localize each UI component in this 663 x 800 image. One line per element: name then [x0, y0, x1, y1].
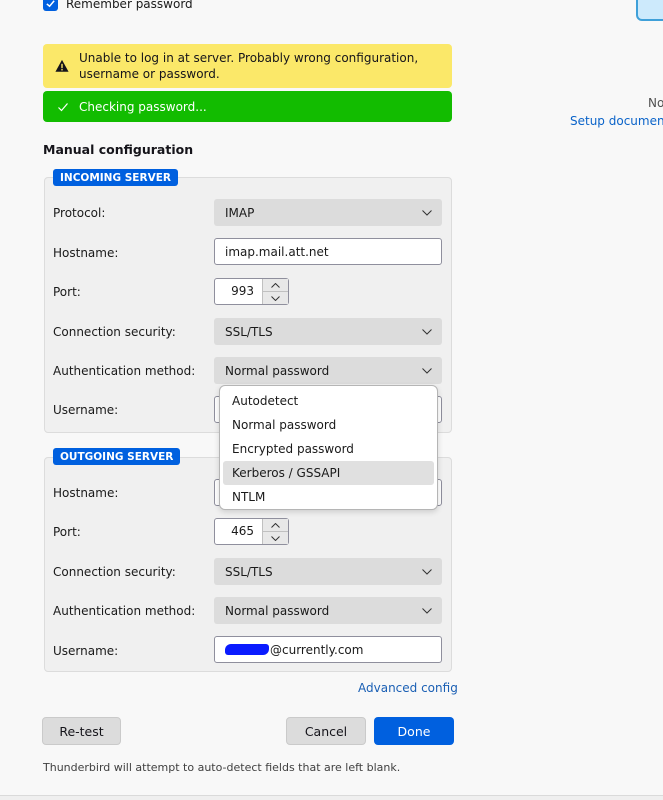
- incoming-security-value: SSL/TLS: [225, 324, 273, 339]
- increment-button[interactable]: [263, 519, 288, 531]
- outgoing-username-value: @currently.com: [270, 642, 364, 657]
- provider-illustration: [636, 0, 663, 21]
- outgoing-security-value: SSL/TLS: [225, 564, 273, 579]
- outgoing-auth-value: Normal password: [225, 603, 330, 618]
- incoming-hostname-value: imap.mail.att.net: [225, 244, 329, 259]
- remember-password[interactable]: Remember password: [43, 0, 193, 11]
- outgoing-auth-select[interactable]: Normal password: [214, 597, 442, 624]
- chevron-up-icon: [271, 282, 280, 288]
- chevron-down-icon: [422, 209, 432, 216]
- decrement-button[interactable]: [263, 531, 288, 544]
- side-panel-text: No: [648, 96, 663, 110]
- done-button[interactable]: Done: [374, 717, 454, 745]
- auth-option-encrypted-password[interactable]: Encrypted password: [223, 437, 434, 461]
- outgoing-server-legend: OUTGOING SERVER: [53, 448, 181, 465]
- checking-password-notification: Checking password...: [43, 91, 452, 122]
- incoming-protocol-value: IMAP: [225, 205, 255, 220]
- outgoing-username-input[interactable]: @currently.com: [214, 636, 442, 663]
- advanced-config-link[interactable]: Advanced config: [358, 681, 458, 695]
- checking-password-text: Checking password...: [79, 99, 207, 114]
- checkmark-icon: [46, 0, 55, 8]
- incoming-auth-value: Normal password: [225, 363, 330, 378]
- incoming-server-legend: INCOMING SERVER: [53, 169, 178, 186]
- auth-option-kerberos[interactable]: Kerberos / GSSAPI: [223, 461, 434, 485]
- auth-option-ntlm[interactable]: NTLM: [223, 485, 434, 509]
- incoming-port-input[interactable]: 993: [214, 278, 289, 305]
- outgoing-security-label: Connection security:: [53, 565, 176, 579]
- checkmark-icon: [57, 101, 69, 113]
- login-error-text: Unable to log in at server. Probably wro…: [79, 51, 419, 81]
- remember-password-checkbox[interactable]: [43, 0, 58, 11]
- chevron-down-icon: [422, 568, 432, 575]
- chevron-down-icon: [422, 367, 432, 374]
- incoming-username-label: Username:: [53, 403, 119, 417]
- chevron-down-icon: [422, 328, 432, 335]
- outgoing-port-value: 465: [231, 524, 254, 538]
- auth-option-autodetect[interactable]: Autodetect: [223, 389, 434, 413]
- increment-button[interactable]: [263, 279, 288, 291]
- outgoing-security-select[interactable]: SSL/TLS: [214, 558, 442, 585]
- setup-documentation-link[interactable]: Setup documentat: [570, 114, 663, 128]
- incoming-port-stepper[interactable]: [262, 279, 288, 304]
- outgoing-port-stepper[interactable]: [262, 519, 288, 544]
- bottom-bar: [0, 796, 663, 800]
- incoming-security-select[interactable]: SSL/TLS: [214, 318, 442, 345]
- incoming-port-value: 993: [231, 284, 254, 298]
- outgoing-username-label: Username:: [53, 644, 119, 658]
- retest-button[interactable]: Re-test: [42, 717, 121, 745]
- decrement-button[interactable]: [263, 291, 288, 304]
- incoming-port-label: Port:: [53, 285, 81, 299]
- outgoing-auth-label: Authentication method:: [53, 604, 196, 618]
- login-error-notification: Unable to log in at server. Probably wro…: [43, 44, 452, 88]
- outgoing-hostname-label: Hostname:: [53, 486, 119, 500]
- chevron-up-icon: [271, 522, 280, 528]
- incoming-protocol-select[interactable]: IMAP: [214, 199, 442, 226]
- remember-password-label: Remember password: [66, 0, 193, 11]
- auth-method-dropdown: Autodetect Normal password Encrypted pas…: [219, 385, 438, 510]
- warning-triangle-icon: [55, 59, 69, 73]
- outgoing-port-input[interactable]: 465: [214, 518, 289, 545]
- incoming-protocol-label: Protocol:: [53, 206, 106, 220]
- redaction-mark: [225, 644, 269, 655]
- incoming-auth-select[interactable]: Normal password: [214, 357, 442, 384]
- incoming-auth-label: Authentication method:: [53, 364, 196, 378]
- chevron-down-icon: [422, 607, 432, 614]
- cancel-button[interactable]: Cancel: [286, 717, 366, 745]
- incoming-hostname-label: Hostname:: [53, 246, 119, 260]
- incoming-hostname-input[interactable]: imap.mail.att.net: [214, 238, 442, 265]
- chevron-down-icon: [271, 535, 280, 541]
- chevron-down-icon: [271, 295, 280, 301]
- incoming-security-label: Connection security:: [53, 325, 176, 339]
- manual-configuration-title: Manual configuration: [43, 142, 194, 157]
- auth-option-normal-password[interactable]: Normal password: [223, 413, 434, 437]
- autodetect-hint: Thunderbird will attempt to auto-detect …: [43, 761, 401, 774]
- outgoing-port-label: Port:: [53, 525, 81, 539]
